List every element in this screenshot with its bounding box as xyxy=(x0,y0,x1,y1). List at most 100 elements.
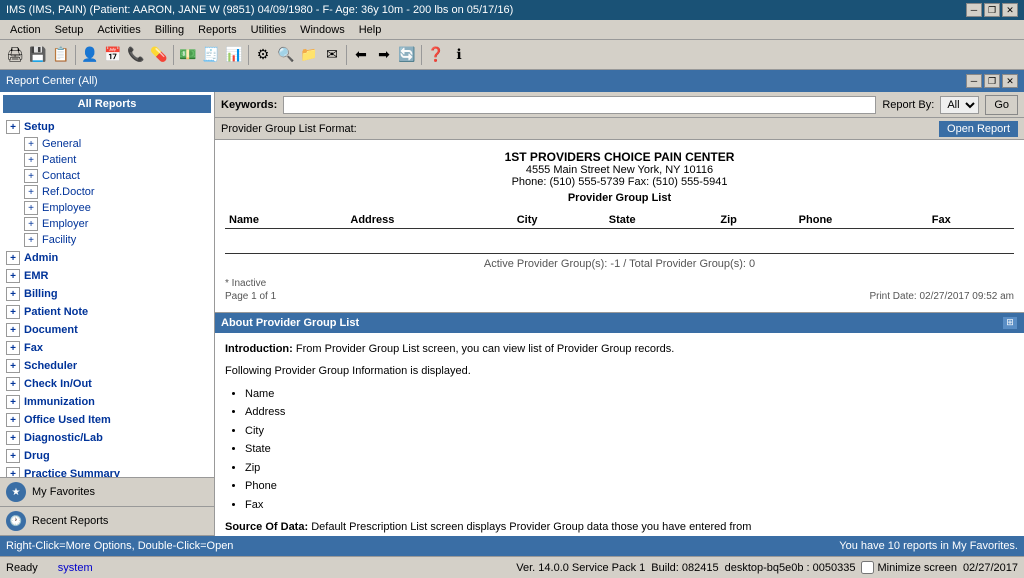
col-phone: Phone xyxy=(795,212,928,229)
tree-section-practice-summary[interactable]: +Practice Summary xyxy=(2,465,212,477)
toolbar-btn-15[interactable]: ⬅ xyxy=(350,44,372,66)
rc-close-btn[interactable]: ✕ xyxy=(1002,74,1018,88)
recent-icon: 🕐 xyxy=(6,511,26,531)
section-label-5: Fax xyxy=(24,342,43,354)
source-text: Default Prescription List screen display… xyxy=(311,521,751,533)
toolbar-btn-19[interactable]: ℹ xyxy=(448,44,470,66)
toolbar-btn-9[interactable]: 🧾 xyxy=(200,44,222,66)
tree-item-employee[interactable]: + Employee xyxy=(2,200,212,216)
following-text: Following Provider Group Information is … xyxy=(225,365,471,377)
col-state: State xyxy=(605,212,717,229)
go-button[interactable]: Go xyxy=(985,95,1018,115)
toolbar-btn-7[interactable]: 💊 xyxy=(148,44,170,66)
menu-setup[interactable]: Setup xyxy=(49,23,90,37)
field-city: City xyxy=(245,423,1014,440)
toolbar-btn-18[interactable]: ❓ xyxy=(425,44,447,66)
toolbar-btn-10[interactable]: 📊 xyxy=(223,44,245,66)
toolbar-btn-1[interactable]: 🖨 xyxy=(4,44,26,66)
expand-icon-5: + xyxy=(6,341,20,355)
section-label-8: Immunization xyxy=(24,396,95,408)
col-name: Name xyxy=(225,212,346,229)
expand-icon-11: + xyxy=(6,449,20,463)
status-bar: Ready system Ver. 14.0.0 Service Pack 1 … xyxy=(0,556,1024,578)
tree-section-fax[interactable]: + Fax xyxy=(2,339,212,357)
patient-expand-icon: + xyxy=(24,153,38,167)
field-zip: Zip xyxy=(245,460,1014,477)
toolbar-btn-2[interactable]: 💾 xyxy=(27,44,49,66)
section-label-12: Practice Summary xyxy=(24,468,120,477)
toolbar-btn-14[interactable]: ✉ xyxy=(321,44,343,66)
col-city: City xyxy=(513,212,605,229)
about-header: About Provider Group List ⊞ xyxy=(215,313,1024,333)
toolbar-btn-6[interactable]: 📞 xyxy=(125,44,147,66)
report-address: 4555 Main Street New York, NY 10116 xyxy=(225,164,1014,176)
rc-title-bar: Report Center (All) ─ ❐ ✕ xyxy=(0,70,1024,92)
general-label: General xyxy=(42,138,81,150)
field-fax: Fax xyxy=(245,497,1014,514)
menu-windows[interactable]: Windows xyxy=(294,23,351,37)
tree-item-ref-doctor[interactable]: + Ref.Doctor xyxy=(2,184,212,200)
toolbar-sep-1 xyxy=(75,45,76,65)
menu-reports[interactable]: Reports xyxy=(192,23,243,37)
toolbar-btn-4[interactable]: 👤 xyxy=(79,44,101,66)
tree-item-contact[interactable]: + Contact xyxy=(2,168,212,184)
tree-section-check-in/out[interactable]: +Check In/Out xyxy=(2,375,212,393)
expand-icon-0: + xyxy=(6,251,20,265)
tree-item-facility[interactable]: + Facility xyxy=(2,232,212,248)
my-favorites-item[interactable]: ★ My Favorites xyxy=(0,478,214,507)
report-phone: Phone: (510) 555-5739 Fax: (510) 555-594… xyxy=(225,176,1014,188)
keywords-label: Keywords: xyxy=(221,99,277,111)
tree-section-diagnostic/lab[interactable]: +Diagnostic/Lab xyxy=(2,429,212,447)
keywords-input[interactable] xyxy=(283,96,876,114)
section-label-0: Admin xyxy=(24,252,58,264)
toolbar-btn-17[interactable]: 🔄 xyxy=(396,44,418,66)
rc-restore-btn[interactable]: ❐ xyxy=(984,74,1000,88)
tree-item-general[interactable]: + General xyxy=(2,136,212,152)
menu-help[interactable]: Help xyxy=(353,23,388,37)
about-expand-btn[interactable]: ⊞ xyxy=(1002,316,1018,330)
restore-button[interactable]: ❐ xyxy=(984,3,1000,17)
tree-section-emr[interactable]: +EMR xyxy=(2,267,212,285)
status-version: Ver. 14.0.0 Service Pack 1 xyxy=(516,562,645,574)
toolbar-btn-16[interactable]: ➡ xyxy=(373,44,395,66)
toolbar-btn-8[interactable]: 💵 xyxy=(177,44,199,66)
menu-action[interactable]: Action xyxy=(4,23,47,37)
status-left: Ready system xyxy=(6,562,93,574)
toolbar-btn-12[interactable]: 🔍 xyxy=(275,44,297,66)
tree-section-document[interactable]: +Document xyxy=(2,321,212,339)
toolbar-sep-3 xyxy=(248,45,249,65)
minimize-checkbox[interactable] xyxy=(861,561,874,574)
menu-utilities[interactable]: Utilities xyxy=(245,23,292,37)
report-center-window: Report Center (All) ─ ❐ ✕ All Reports + … xyxy=(0,70,1024,556)
about-intro-para: Introduction: From Provider Group List s… xyxy=(225,341,1014,358)
tree-section-admin[interactable]: + Admin xyxy=(2,249,212,267)
toolbar-btn-3[interactable]: 📋 xyxy=(50,44,72,66)
open-report-button[interactable]: Open Report xyxy=(939,121,1018,137)
tree-section-immunization[interactable]: +Immunization xyxy=(2,393,212,411)
all-reports-tab[interactable]: All Reports xyxy=(3,95,211,113)
tree-section-patient-note[interactable]: +Patient Note xyxy=(2,303,212,321)
rc-minimize-btn[interactable]: ─ xyxy=(966,74,982,88)
menu-activities[interactable]: Activities xyxy=(91,23,146,37)
toolbar-btn-5[interactable]: 📅 xyxy=(102,44,124,66)
section-label-10: Diagnostic/Lab xyxy=(24,432,103,444)
setup-header[interactable]: + Setup xyxy=(2,118,212,136)
section-label-3: Patient Note xyxy=(24,306,88,318)
keywords-bar: Keywords: Report By: All Go xyxy=(215,92,1024,118)
report-by-select[interactable]: All xyxy=(940,96,979,114)
about-following-para: Following Provider Group Information is … xyxy=(225,363,1014,380)
patient-label: Patient xyxy=(42,154,76,166)
tree-section-billing[interactable]: +Billing xyxy=(2,285,212,303)
close-button[interactable]: ✕ xyxy=(1002,3,1018,17)
toolbar-btn-13[interactable]: 📁 xyxy=(298,44,320,66)
tree-item-patient[interactable]: + Patient xyxy=(2,152,212,168)
tree-section-drug[interactable]: +Drug xyxy=(2,447,212,465)
tree-section-office-used-item[interactable]: +Office Used Item xyxy=(2,411,212,429)
tree-item-employer[interactable]: + Employer xyxy=(2,216,212,232)
tree-section-scheduler[interactable]: +Scheduler xyxy=(2,357,212,375)
report-format-label: Provider Group List Format: xyxy=(221,123,357,135)
recent-reports-item[interactable]: 🕐 Recent Reports xyxy=(0,507,214,536)
toolbar-btn-11[interactable]: ⚙ xyxy=(252,44,274,66)
menu-billing[interactable]: Billing xyxy=(149,23,190,37)
minimize-button[interactable]: ─ xyxy=(966,3,982,17)
